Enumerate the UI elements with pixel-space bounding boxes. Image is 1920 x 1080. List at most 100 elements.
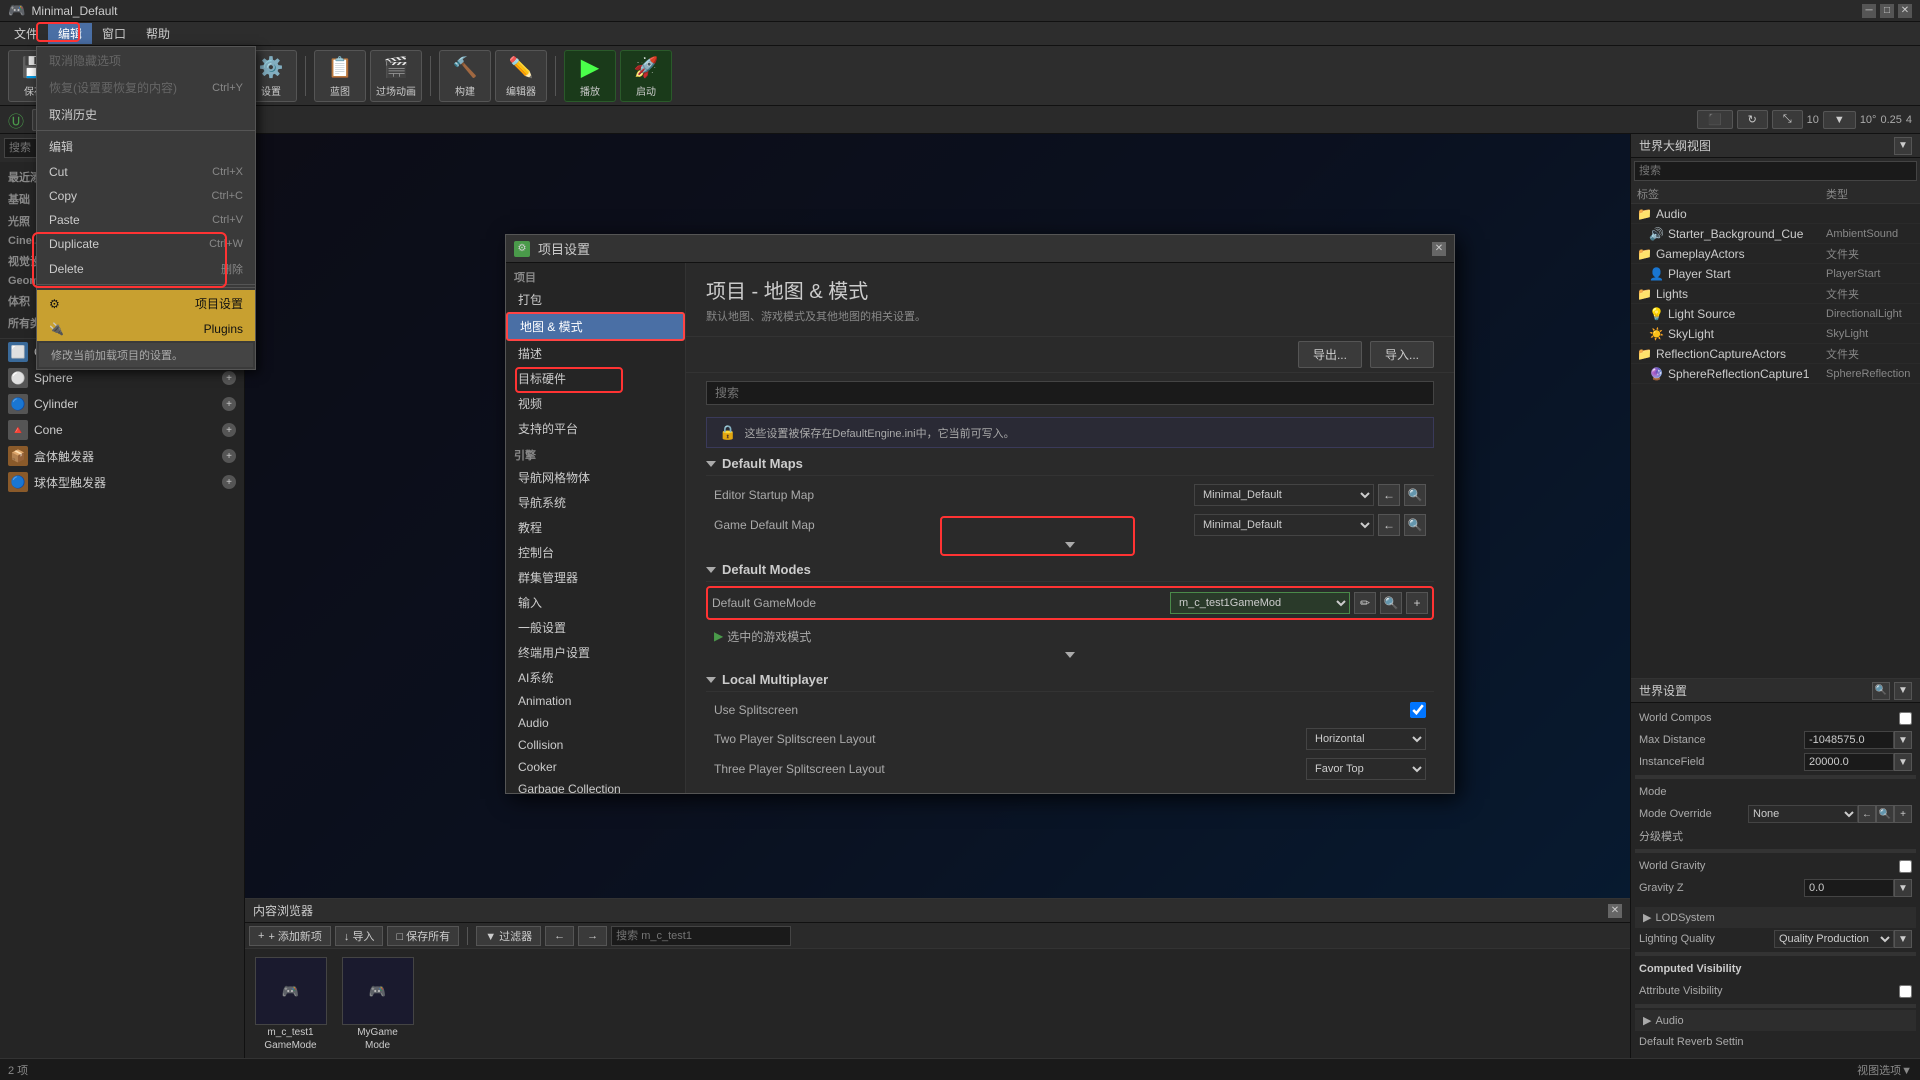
box-trigger-add-button[interactable]: + xyxy=(222,449,236,463)
export-button[interactable]: 导出... xyxy=(1298,341,1362,368)
sphere-trigger-add-button[interactable]: + xyxy=(222,475,236,489)
launch-button[interactable]: 🚀 启动 xyxy=(620,50,672,102)
outliner-item-light-source[interactable]: 💡 Light Source DirectionalLight xyxy=(1631,304,1920,324)
default-gamemode-search-btn[interactable]: 🔍 xyxy=(1380,592,1402,614)
audio-section-header[interactable]: ▶ Audio xyxy=(1635,1010,1916,1031)
default-gamemode-add-btn[interactable]: + xyxy=(1406,592,1428,614)
max-distance-input[interactable] xyxy=(1804,731,1894,749)
sidebar-packing[interactable]: 打包 xyxy=(506,287,685,312)
viewport[interactable]: ⚙ 项目设置 ✕ 项目 打包 地图 & 模式 描述 目标硬件 视 xyxy=(245,134,1630,898)
ws-search-btn[interactable]: 🔍 xyxy=(1872,682,1890,700)
lighting-quality-btn[interactable]: ▼ xyxy=(1894,930,1912,948)
gravity-z-input[interactable] xyxy=(1804,879,1894,897)
lod-system-header[interactable]: ▶ LODSystem xyxy=(1635,907,1916,928)
sidebar-maps-modes[interactable]: 地图 & 模式 xyxy=(506,312,685,341)
instance-field-input[interactable] xyxy=(1804,753,1894,771)
outliner-item-player-start[interactable]: 👤 Player Start PlayerStart xyxy=(1631,264,1920,284)
content-browser-close-btn[interactable]: ✕ xyxy=(1608,904,1622,918)
local-multiplayer-header[interactable]: Local Multiplayer xyxy=(706,668,1434,692)
use-splitscreen-checkbox[interactable] xyxy=(1410,702,1426,718)
max-distance-btn[interactable]: ▼ xyxy=(1894,731,1912,749)
outliner-item-bg-cue[interactable]: 🔊 Starter_Background_Cue AmbientSound xyxy=(1631,224,1920,244)
sidebar-garbage-collection[interactable]: Garbage Collection xyxy=(506,778,685,793)
view-options-btn[interactable]: 视图选项▼ xyxy=(1857,1062,1912,1078)
play-button[interactable]: ▶ 播放 xyxy=(564,50,616,102)
outliner-item-reflection-actors[interactable]: 📁 ReflectionCaptureActors 文件夹 xyxy=(1631,344,1920,364)
menu-paste[interactable]: Paste Ctrl+V xyxy=(37,208,255,232)
mode-override-select[interactable]: None xyxy=(1748,805,1858,823)
import-button[interactable]: ↓ 导入 xyxy=(335,926,384,946)
outliner-item-sphere-capture[interactable]: 🔮 SphereReflectionCapture1 SphereReflect… xyxy=(1631,364,1920,384)
sidebar-console[interactable]: 控制台 xyxy=(506,540,685,565)
menu-undo-hide[interactable]: 取消隐藏选项 xyxy=(37,47,255,74)
attribute-visibility-checkbox[interactable] xyxy=(1899,985,1912,998)
sidebar-animation[interactable]: Animation xyxy=(506,690,685,712)
sidebar-input[interactable]: 输入 xyxy=(506,590,685,615)
rotate-button[interactable]: ↻ xyxy=(1737,110,1768,129)
instance-field-btn[interactable]: ▼ xyxy=(1894,753,1912,771)
editor-startup-map-search-btn[interactable]: 🔍 xyxy=(1404,484,1426,506)
default-gamemode-edit-btn[interactable]: ✏ xyxy=(1354,592,1376,614)
nav-forward-button[interactable]: → xyxy=(578,926,607,946)
modal-close-button[interactable]: ✕ xyxy=(1432,242,1446,256)
sidebar-general-settings[interactable]: 一般设置 xyxy=(506,615,685,640)
asset-mygame-mode[interactable]: 🎮 MyGame Mode xyxy=(340,957,415,1050)
mode-override-btn2[interactable]: 🔍 xyxy=(1876,805,1894,823)
sidebar-nav-system[interactable]: 导航系统 xyxy=(506,490,685,515)
settings-search-input[interactable] xyxy=(706,381,1434,405)
world-gravity-checkbox[interactable] xyxy=(1899,860,1912,873)
asset-item-box-trigger[interactable]: 📦 盒体触发器 + xyxy=(0,443,244,469)
menu-undo-history[interactable]: 取消历史 xyxy=(37,101,255,128)
save-all-button[interactable]: □ 保存所有 xyxy=(387,926,459,946)
add-new-button[interactable]: + + 添加新项 xyxy=(249,926,331,946)
sidebar-cooker[interactable]: Cooker xyxy=(506,756,685,778)
two-player-layout-select[interactable]: Horizontal xyxy=(1306,728,1426,750)
sidebar-description[interactable]: 描述 xyxy=(506,341,685,366)
sidebar-video[interactable]: 视频 xyxy=(506,391,685,416)
build-button[interactable]: 🔨 构建 xyxy=(439,50,491,102)
nav-back-button[interactable]: ← xyxy=(545,926,574,946)
sidebar-nav-mesh[interactable]: 导航网格物体 xyxy=(506,465,685,490)
default-maps-header[interactable]: Default Maps xyxy=(706,452,1434,476)
editor-button[interactable]: ✏️ 编辑器 xyxy=(495,50,547,102)
menu-copy[interactable]: Copy Ctrl+C xyxy=(37,184,255,208)
lighting-quality-select[interactable]: Quality Production xyxy=(1774,930,1894,948)
outliner-view-btn[interactable]: ▼ xyxy=(1894,137,1912,155)
grid-toggle[interactable]: ▼ xyxy=(1823,111,1856,129)
asset-item-sphere-trigger[interactable]: 🔵 球体型触发器 + xyxy=(0,469,244,495)
game-instance-header[interactable]: Game Instance xyxy=(706,792,1434,793)
three-player-layout-select[interactable]: Favor Top xyxy=(1306,758,1426,780)
menu-plugins[interactable]: 🔌 Plugins xyxy=(37,317,255,341)
sidebar-audio[interactable]: Audio xyxy=(506,712,685,734)
asset-item-cylinder[interactable]: 🔵 Cylinder + xyxy=(0,391,244,417)
sidebar-target-hardware[interactable]: 目标硬件 xyxy=(506,366,685,391)
cone-add-button[interactable]: + xyxy=(222,423,236,437)
menu-edit-label[interactable]: 编辑 xyxy=(37,133,255,160)
menu-file[interactable]: 文件 xyxy=(4,23,48,44)
menu-duplicate[interactable]: Duplicate Ctrl+W xyxy=(37,232,255,256)
translate-button[interactable]: ⬛ xyxy=(1697,110,1733,129)
sidebar-ai[interactable]: AI系统 xyxy=(506,665,685,690)
game-default-map-search-btn[interactable]: 🔍 xyxy=(1404,514,1426,536)
content-search-input[interactable] xyxy=(611,926,791,946)
menu-delete[interactable]: Delete 删除 xyxy=(37,256,255,282)
cylinder-add-button[interactable]: + xyxy=(222,397,236,411)
default-gamemode-select[interactable]: m_c_test1GameMod xyxy=(1170,592,1350,614)
menu-restore[interactable]: 恢复(设置要恢复的内容) Ctrl+Y xyxy=(37,74,255,101)
cutscene-button[interactable]: 🎬 过场动画 xyxy=(370,50,422,102)
scale-button[interactable]: ⤡ xyxy=(1772,110,1803,129)
game-default-map-select[interactable]: Minimal_Default xyxy=(1194,514,1374,536)
menu-project-settings[interactable]: ⚙ 项目设置 xyxy=(37,290,255,317)
maximize-button[interactable]: □ xyxy=(1880,4,1894,18)
menu-window[interactable]: 窗口 xyxy=(92,23,136,44)
menu-cut[interactable]: Cut Ctrl+X xyxy=(37,160,255,184)
blueprint-button[interactable]: 📋 蓝图 xyxy=(314,50,366,102)
ws-view-btn[interactable]: ▼ xyxy=(1894,682,1912,700)
sidebar-collision[interactable]: Collision xyxy=(506,734,685,756)
outliner-search-input[interactable] xyxy=(1634,161,1917,181)
world-compos-checkbox[interactable] xyxy=(1899,712,1912,725)
mode-override-btn3[interactable]: + xyxy=(1894,805,1912,823)
sidebar-supported-platforms[interactable]: 支持的平台 xyxy=(506,416,685,441)
minimize-button[interactable]: ─ xyxy=(1862,4,1876,18)
filter-button[interactable]: ▼ 过滤器 xyxy=(476,926,541,946)
